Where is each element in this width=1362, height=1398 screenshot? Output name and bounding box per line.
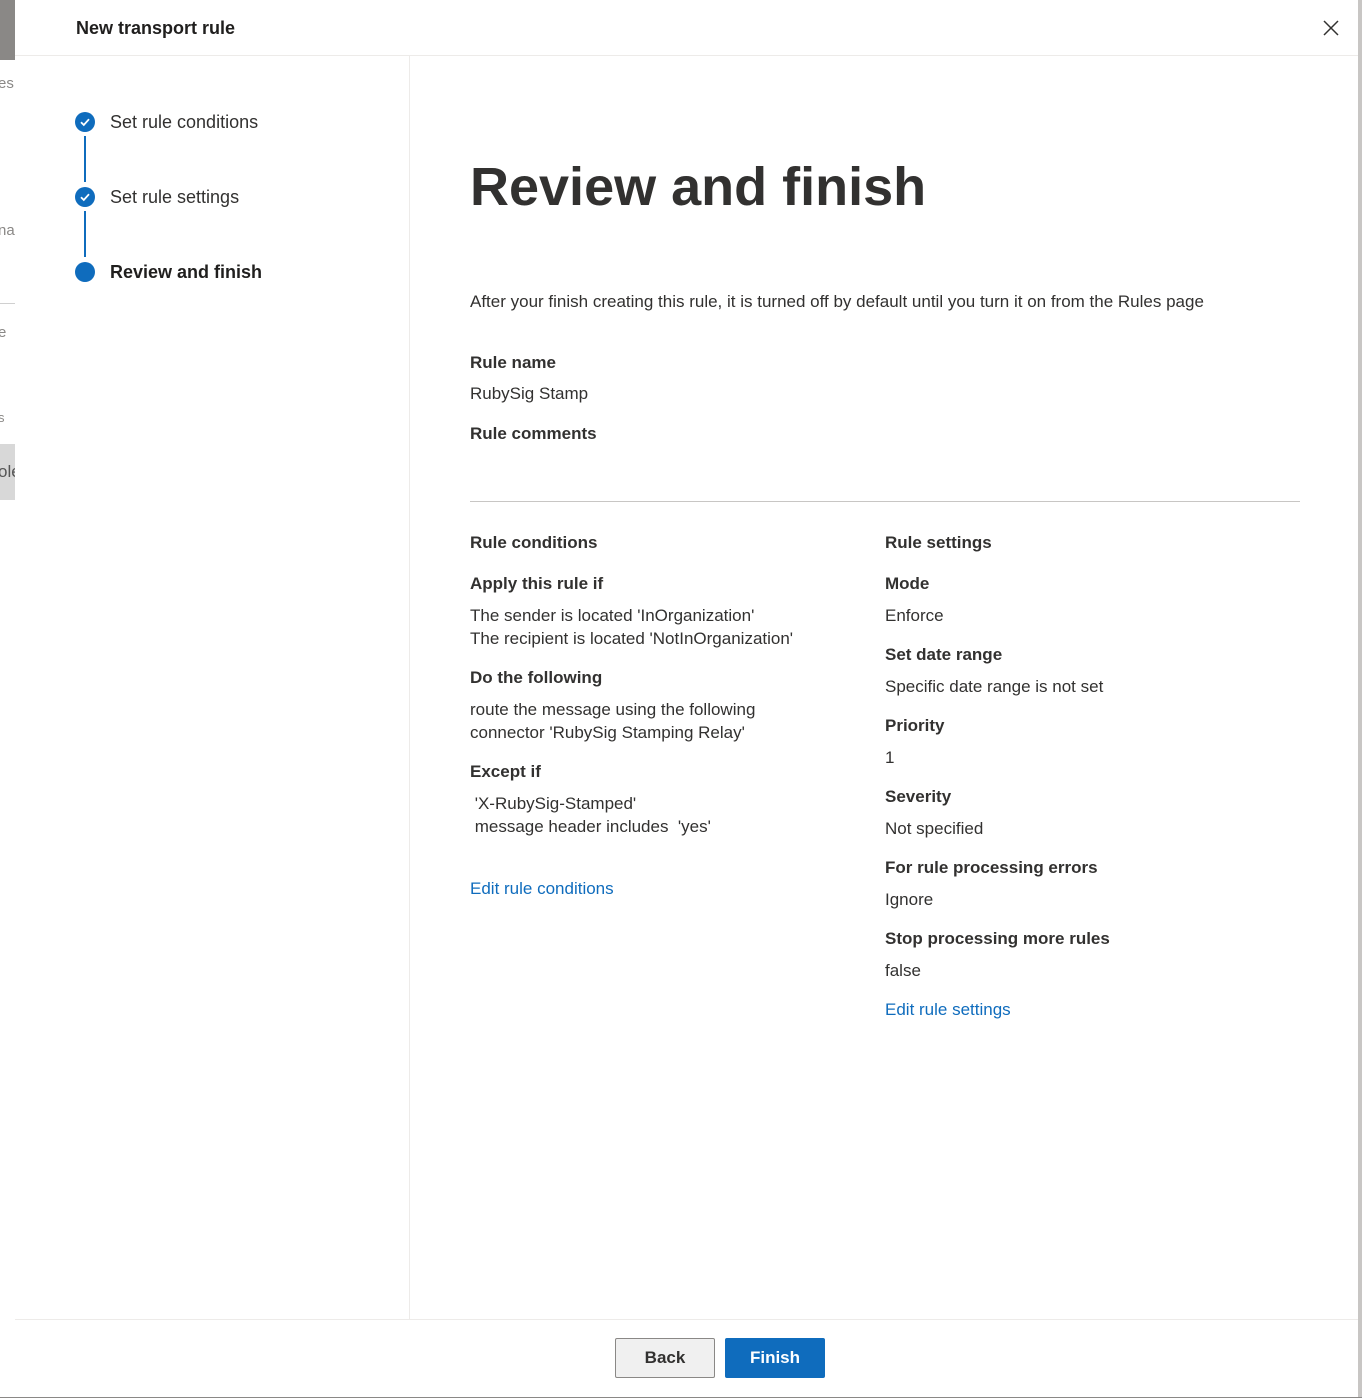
severity-value: Not specified [885, 819, 984, 838]
step-label: Review and finish [110, 261, 263, 282]
edit-rule-conditions-link[interactable]: Edit rule conditions [470, 879, 614, 899]
step-connector [84, 136, 86, 182]
page-title: Review and finish [470, 157, 927, 217]
background-text: na [0, 222, 15, 239]
step-set-rule-conditions[interactable]: Set rule conditions [75, 109, 258, 135]
apply-rule-if-label: Apply this rule if [470, 574, 604, 593]
background-text: ole [0, 462, 15, 481]
section-divider [470, 501, 1300, 502]
except-if-label: Except if [470, 762, 541, 781]
check-icon [75, 112, 95, 132]
close-icon [1323, 20, 1339, 36]
exception-line: message header includes 'yes' [470, 817, 711, 836]
exception-line: 'X-RubySig-Stamped' [470, 794, 637, 813]
wizard-steps: Set rule conditions Set rule settings Re… [15, 56, 410, 1319]
flyout-panel: New transport rule Set rule conditions S… [15, 0, 1358, 1397]
stop-processing-value: false [885, 961, 921, 980]
mode-value: Enforce [885, 606, 944, 625]
stop-processing-label: Stop processing more rules [885, 929, 1110, 948]
processing-errors-value: Ignore [885, 890, 934, 909]
background-text: s [0, 410, 5, 425]
priority-value: 1 [885, 748, 895, 767]
panel-footer: Back Finish [15, 1319, 1358, 1398]
do-the-following-label: Do the following [470, 668, 603, 687]
step-connector [84, 211, 86, 257]
step-review-and-finish[interactable]: Review and finish [75, 259, 262, 285]
finish-button[interactable]: Finish [725, 1338, 825, 1378]
action-line: route the message using the following [470, 700, 756, 719]
background-divider [0, 303, 15, 304]
rule-settings-heading: Rule settings [885, 533, 992, 552]
back-button[interactable]: Back [615, 1338, 715, 1378]
rule-comments-label: Rule comments [470, 424, 597, 443]
background-text: e [0, 324, 7, 341]
severity-label: Severity [885, 787, 952, 806]
step-label: Set rule conditions [110, 111, 259, 132]
date-range-label: Set date range [885, 645, 1003, 664]
rule-name-value: RubySig Stamp [470, 384, 589, 403]
apply-condition-line: The recipient is located 'NotInOrganizat… [470, 629, 794, 648]
current-step-dot-icon [75, 262, 95, 282]
rule-conditions-heading: Rule conditions [470, 533, 598, 552]
step-set-rule-settings[interactable]: Set rule settings [75, 184, 239, 210]
check-icon [75, 187, 95, 207]
background-page: es na e s ole [0, 0, 15, 1397]
close-button[interactable] [1317, 14, 1345, 42]
background-header [0, 0, 15, 60]
background-edge [1358, 0, 1362, 1397]
mode-label: Mode [885, 574, 930, 593]
intro-text: After your finish creating this rule, it… [470, 292, 1204, 311]
priority-label: Priority [885, 716, 945, 735]
panel-header: New transport rule [15, 0, 1358, 56]
date-range-value: Specific date range is not set [885, 677, 1104, 696]
processing-errors-label: For rule processing errors [885, 858, 1098, 877]
panel-title: New transport rule [76, 18, 236, 38]
rule-name-label: Rule name [470, 353, 556, 372]
background-text: es [0, 75, 14, 92]
edit-rule-settings-link[interactable]: Edit rule settings [885, 1000, 1011, 1020]
step-label: Set rule settings [110, 186, 240, 207]
action-line: connector 'RubySig Stamping Relay' [470, 723, 745, 742]
apply-condition-line: The sender is located 'InOrganization' [470, 606, 755, 625]
